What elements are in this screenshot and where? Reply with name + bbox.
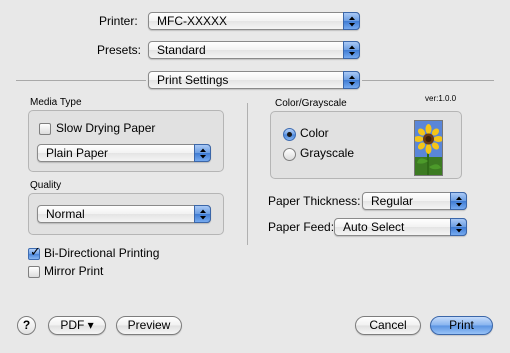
- quality-group: Normal: [28, 193, 224, 235]
- color-radio-label[interactable]: Color: [300, 126, 329, 140]
- checkmark-icon: ✓: [30, 244, 41, 259]
- header-separator-left: [16, 80, 146, 81]
- popup-arrows-icon: [343, 71, 360, 89]
- paper-thickness-popup[interactable]: Regular: [362, 192, 467, 210]
- grayscale-radio[interactable]: [283, 148, 296, 161]
- preview-button[interactable]: Preview: [116, 316, 182, 335]
- pdf-button[interactable]: PDF ▾: [48, 316, 106, 335]
- header-separator-right: [362, 80, 494, 81]
- panel-value: Print Settings: [157, 73, 229, 87]
- popup-arrows-icon: [194, 205, 211, 223]
- media-type-group: Slow Drying Paper Plain Paper: [28, 110, 224, 172]
- quality-popup[interactable]: Normal: [37, 205, 211, 223]
- popup-arrows-icon: [194, 144, 211, 162]
- printer-popup[interactable]: MFC-XXXXX: [148, 12, 360, 30]
- vertical-divider: [247, 103, 248, 245]
- quality-title: Quality: [30, 180, 62, 191]
- cancel-button[interactable]: Cancel: [355, 316, 421, 335]
- sunflower-preview-image: [414, 120, 443, 176]
- color-radio[interactable]: [283, 128, 296, 141]
- paper-type-value: Plain Paper: [46, 146, 109, 160]
- panel-popup[interactable]: Print Settings: [148, 71, 360, 89]
- presets-label: Presets:: [97, 43, 142, 57]
- printer-value: MFC-XXXXX: [157, 14, 228, 28]
- popup-arrows-icon: [450, 218, 467, 236]
- presets-popup[interactable]: Standard: [148, 41, 360, 59]
- slow-drying-checkbox[interactable]: [39, 123, 51, 135]
- quality-value: Normal: [46, 207, 85, 221]
- grayscale-radio-label[interactable]: Grayscale: [300, 146, 354, 160]
- color-grayscale-title: Color/Grayscale: [275, 98, 347, 109]
- paper-feed-popup[interactable]: Auto Select: [334, 218, 467, 236]
- bidirectional-checkbox[interactable]: ✓: [28, 244, 41, 260]
- printer-label: Printer:: [99, 14, 138, 28]
- slow-drying-label[interactable]: Slow Drying Paper: [56, 121, 155, 135]
- print-button[interactable]: Print: [430, 316, 493, 335]
- paper-type-popup[interactable]: Plain Paper: [37, 144, 211, 162]
- color-grayscale-group: Color Grayscale: [270, 111, 462, 179]
- paper-feed-label: Paper Feed:: [268, 220, 335, 234]
- mirror-print-checkbox[interactable]: [28, 266, 40, 278]
- paper-feed-value: Auto Select: [343, 220, 405, 234]
- bidirectional-label[interactable]: Bi-Directional Printing: [44, 246, 159, 260]
- radio-dot: [287, 132, 292, 137]
- mirror-print-label[interactable]: Mirror Print: [44, 264, 103, 278]
- help-button[interactable]: ?: [17, 316, 36, 335]
- presets-value: Standard: [157, 43, 206, 57]
- paper-thickness-label: Paper Thickness:: [268, 194, 361, 208]
- popup-arrows-icon: [343, 41, 360, 59]
- paper-thickness-value: Regular: [371, 194, 414, 208]
- version-label: ver:1.0.0: [425, 94, 457, 103]
- popup-arrows-icon: [450, 192, 467, 210]
- popup-arrows-icon: [343, 12, 360, 30]
- media-type-title: Media Type: [30, 97, 82, 108]
